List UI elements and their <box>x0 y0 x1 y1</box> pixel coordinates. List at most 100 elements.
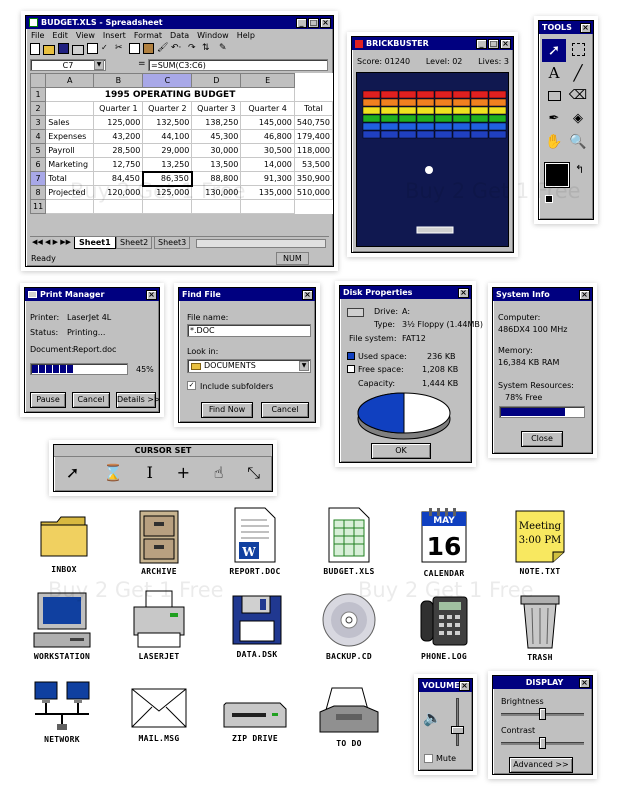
fill-bucket-tool-icon[interactable]: ◈ <box>566 108 590 131</box>
col-header[interactable]: E <box>240 73 295 88</box>
worksheet-grid[interactable]: A B C D E 1 1995 OPERATING BUDGET 2 Quar… <box>29 73 334 214</box>
row-header[interactable]: 4 <box>29 129 47 144</box>
color-swatches[interactable]: ↰ <box>544 162 589 207</box>
close-button[interactable]: × <box>146 289 157 300</box>
advanced-button[interactable]: Advanced >> <box>509 757 573 773</box>
cell[interactable]: 130,000 <box>191 185 242 200</box>
active-cell[interactable]: 86,350 <box>141 170 193 187</box>
close-button[interactable]: × <box>579 289 590 300</box>
cut-icon[interactable]: ✂ <box>115 43 126 54</box>
cell[interactable]: 43,200 <box>93 129 144 144</box>
minimize-button[interactable]: _ <box>296 17 307 28</box>
menu-window[interactable]: Window <box>197 31 229 40</box>
icon-calendar[interactable]: MAY 16 CALENDAR <box>404 506 484 578</box>
format-painter-icon[interactable]: 🖌 <box>157 43 168 54</box>
dropdown-arrow-icon[interactable]: ▼ <box>94 60 104 70</box>
cell[interactable]: 135,000 <box>240 185 295 200</box>
close-button[interactable]: × <box>500 38 511 49</box>
cell[interactable]: 88,800 <box>191 171 242 186</box>
default-colors-icon[interactable] <box>545 195 553 203</box>
cell[interactable] <box>45 101 95 116</box>
cell[interactable]: 132,500 <box>142 115 193 130</box>
arrow-cursor-icon[interactable]: ➚ <box>66 463 79 483</box>
brightness-slider-thumb[interactable] <box>539 708 546 720</box>
icon-laserjet[interactable]: LASERJET <box>119 589 199 661</box>
row-header[interactable]: 8 <box>29 185 47 200</box>
icon-phone-log[interactable]: PHONE.LOG <box>404 593 484 661</box>
disk-properties-titlebar[interactable]: Disk Properties × <box>340 286 471 299</box>
tools-titlebar[interactable]: TOOLS × <box>539 21 593 34</box>
line-tool-icon[interactable]: ╱ <box>566 62 590 85</box>
new-icon[interactable] <box>30 43 40 55</box>
cell[interactable]: Marketing <box>45 157 95 172</box>
cell[interactable]: 13,250 <box>142 157 193 172</box>
icon-to-do[interactable]: TO DO <box>309 684 389 748</box>
preview-icon[interactable] <box>87 43 98 54</box>
find-now-button[interactable]: Find Now <box>201 402 253 418</box>
swap-colors-icon[interactable]: ↰ <box>575 163 584 176</box>
cell[interactable]: 510,000 <box>293 185 334 200</box>
cell[interactable]: Total <box>45 171 95 186</box>
icon-trash[interactable]: TRASH <box>500 592 580 662</box>
find-file-titlebar[interactable]: Find File × <box>179 288 315 301</box>
pause-button[interactable]: Pause <box>30 392 66 408</box>
volume-slider-thumb[interactable] <box>451 726 464 734</box>
eyedropper-tool-icon[interactable]: ✒ <box>542 108 566 131</box>
cell[interactable]: 350,900 <box>293 171 334 186</box>
row-header[interactable]: 2 <box>29 101 47 116</box>
close-button[interactable]: × <box>579 677 590 688</box>
icon-inbox[interactable]: INBOX <box>24 510 104 574</box>
cell[interactable]: 46,800 <box>240 129 295 144</box>
zoom-tool-icon[interactable]: 🔍 <box>566 131 590 154</box>
cell[interactable]: 125,000 <box>93 115 144 130</box>
cell[interactable]: 91,300 <box>240 171 295 186</box>
copy-icon[interactable] <box>129 43 140 54</box>
cell[interactable]: Payroll <box>45 143 95 158</box>
row-header[interactable]: 3 <box>29 115 47 130</box>
row-header-selected[interactable]: 7 <box>29 171 47 186</box>
maximize-button[interactable]: □ <box>308 17 319 28</box>
icon-report-doc[interactable]: W REPORT.DOC <box>215 506 295 576</box>
volume-titlebar[interactable]: VOLUME × <box>419 679 472 692</box>
subfolders-checkbox[interactable]: ✓ <box>187 381 196 390</box>
system-info-titlebar[interactable]: System Info × <box>493 288 592 301</box>
cell[interactable]: 12,750 <box>93 157 144 172</box>
cell[interactable]: 30,000 <box>191 143 242 158</box>
menu-file[interactable]: File <box>31 31 44 40</box>
cell[interactable]: 120,000 <box>93 185 144 200</box>
icon-mail-msg[interactable]: MAIL.MSG <box>119 685 199 743</box>
row-header[interactable]: 6 <box>29 157 47 172</box>
icon-backup-cd[interactable]: BACKUP.CD <box>309 591 389 661</box>
cell[interactable]: Quarter 4 <box>240 101 295 116</box>
cell[interactable]: Expenses <box>45 129 95 144</box>
print-icon[interactable] <box>72 45 84 55</box>
close-dialog-button[interactable]: Close <box>521 431 563 447</box>
tab-sheet3[interactable]: Sheet3 <box>154 237 191 249</box>
row-header[interactable]: 11 <box>29 199 47 214</box>
select-arrow-icon[interactable]: ➚ <box>542 39 566 62</box>
maximize-button[interactable]: □ <box>488 38 499 49</box>
menu-data[interactable]: Data <box>170 31 189 40</box>
sort-icon[interactable]: ⇅ <box>202 43 216 54</box>
cell[interactable] <box>142 199 193 214</box>
row-header[interactable]: 1 <box>29 87 47 102</box>
cell[interactable]: 29,000 <box>142 143 193 158</box>
marquee-select-icon[interactable] <box>566 39 590 62</box>
brickbuster-titlebar[interactable]: BRICKBUSTER _ □ × <box>352 37 513 50</box>
icon-zip-drive[interactable]: ZIP DRIVE <box>215 695 295 743</box>
cell[interactable] <box>240 199 295 214</box>
resize-cursor-icon[interactable]: ⤡ <box>247 463 260 483</box>
spell-icon[interactable]: ✓ <box>101 43 112 54</box>
text-beam-cursor-icon[interactable]: I <box>147 463 153 483</box>
cancel-button[interactable]: Cancel <box>261 402 309 418</box>
cell[interactable]: 53,500 <box>293 157 334 172</box>
tab-sheet2[interactable]: Sheet2 <box>116 237 153 249</box>
close-button[interactable]: × <box>320 17 331 28</box>
cell[interactable]: 14,000 <box>240 157 295 172</box>
row-header[interactable]: 5 <box>29 143 47 158</box>
cell[interactable]: 28,500 <box>93 143 144 158</box>
cell[interactable]: 30,500 <box>240 143 295 158</box>
dropdown-arrow-icon[interactable]: ▼ <box>299 361 309 371</box>
undo-icon[interactable]: ↶· <box>171 43 185 54</box>
cell[interactable]: Quarter 2 <box>142 101 193 116</box>
